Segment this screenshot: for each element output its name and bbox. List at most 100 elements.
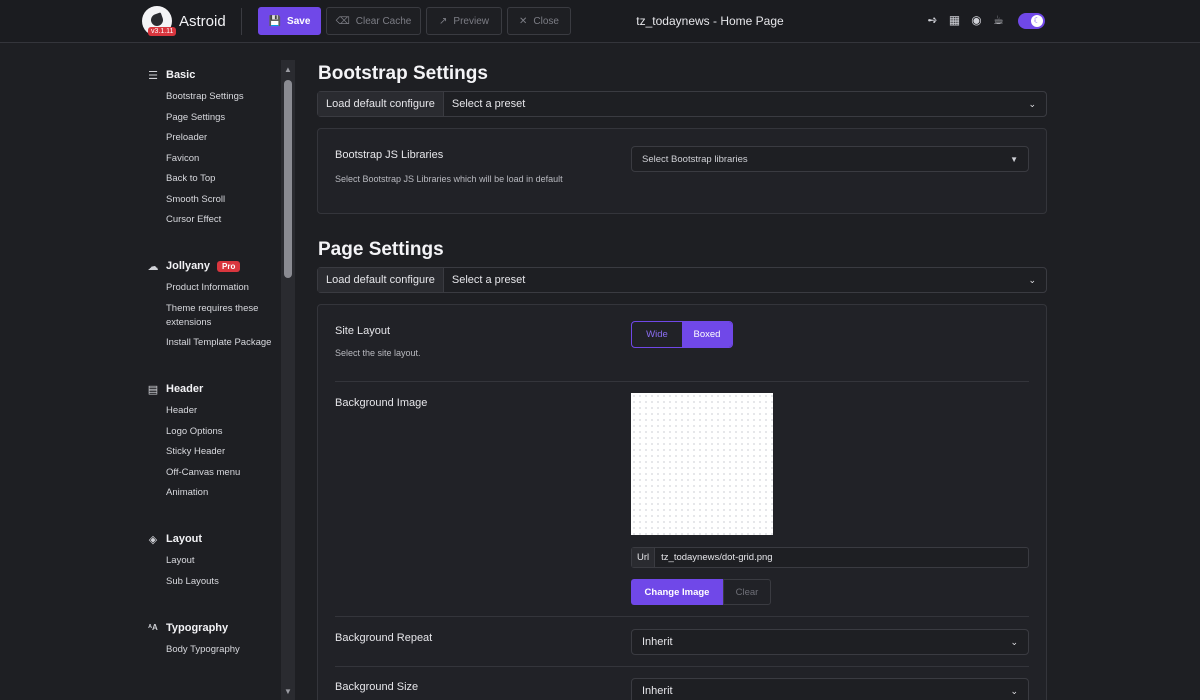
field-label: Bootstrap JS Libraries xyxy=(335,149,444,161)
sidebar-group-header[interactable]: ☁ Jollyany Pro xyxy=(140,257,280,275)
sidebar-item[interactable]: Body Typography xyxy=(140,643,280,657)
change-image-button[interactable]: Change Image xyxy=(631,579,723,605)
pro-badge: Pro xyxy=(217,260,241,272)
sidebar-group-title: Typography xyxy=(166,621,229,634)
bootstrap-panel: Bootstrap JS Libraries Select Bootstrap … xyxy=(317,128,1047,214)
clear-cache-label: Clear Cache xyxy=(355,15,412,27)
page-title: tz_todaynews - Home Page xyxy=(636,14,784,28)
eraser-icon: ⌫ xyxy=(335,15,350,27)
sidebar-item[interactable]: Cursor Effect xyxy=(140,213,280,227)
scrollbar-thumb[interactable] xyxy=(284,80,292,278)
field-label: Background Repeat xyxy=(335,632,433,644)
preview-button[interactable]: ↗ Preview xyxy=(426,7,502,35)
site-layout-toggle: Wide Boxed xyxy=(631,321,733,348)
sidebar-item[interactable]: Off-Canvas menu xyxy=(140,466,280,480)
sidebar-group-basic: ☰ Basic Bootstrap Settings Page Settings… xyxy=(140,66,280,227)
sidebar-item[interactable]: Back to Top xyxy=(140,172,280,186)
field-label: Background Size xyxy=(335,681,419,693)
sidebar-item[interactable]: Install Template Package xyxy=(140,336,280,350)
clear-cache-button[interactable]: ⌫ Clear Cache xyxy=(326,7,421,35)
sidebar-item[interactable]: Product Information xyxy=(140,281,280,295)
divider xyxy=(335,666,1029,667)
sidebar-item[interactable]: Layout xyxy=(140,554,280,568)
select-value: Inherit xyxy=(642,636,673,648)
save-button[interactable]: 💾 Save xyxy=(258,7,321,35)
save-icon: 💾 xyxy=(268,15,282,27)
clear-image-button[interactable]: Clear xyxy=(723,579,771,605)
top-bar: Astroid v3.1.11 💾 Save ⌫ Clear Cache ↗ P… xyxy=(0,0,1200,43)
sidebar-group-title: Layout xyxy=(166,533,203,545)
app-name: Astroid xyxy=(179,13,226,30)
layout-option-boxed[interactable]: Boxed xyxy=(682,322,732,347)
sidebar-item[interactable]: Sticky Header xyxy=(140,445,280,459)
url-value: tz_todaynews/dot-grid.png xyxy=(661,552,773,563)
sidebar-item[interactable]: Theme requires these extensions xyxy=(140,302,280,330)
scroll-up-arrow-icon[interactable]: ▲ xyxy=(283,65,293,74)
preset-select-text: Select a preset xyxy=(451,98,526,110)
scroll-down-arrow-icon[interactable]: ▼ xyxy=(283,687,293,696)
github-icon[interactable]: ◉ xyxy=(970,14,983,27)
chevron-down-icon: ⌄ xyxy=(1028,98,1036,109)
app-logo[interactable]: Astroid v3.1.11 xyxy=(142,6,232,36)
layout-option-wide[interactable]: Wide xyxy=(632,322,682,347)
sidebar-scrollbar[interactable]: ▲ ▼ xyxy=(281,60,295,700)
sidebar-group-title: Jollyany xyxy=(166,260,211,272)
divider xyxy=(335,616,1029,617)
page-settings-panel: Site Layout Select the site layout. Wide… xyxy=(317,304,1047,700)
sidebar-group-header[interactable]: ☰ Basic xyxy=(140,66,280,84)
background-url-field[interactable]: Url tz_todaynews/dot-grid.png xyxy=(631,547,1029,568)
sidebar-group-header[interactable]: ▤ Header xyxy=(140,380,280,398)
sidebar-group-typography: ᴬA Typography Body Typography xyxy=(140,619,280,657)
divider xyxy=(335,381,1029,382)
select-placeholder: Select Bootstrap libraries xyxy=(642,153,748,165)
section-title-bootstrap: Bootstrap Settings xyxy=(318,63,488,84)
sidebar-group-title: Header xyxy=(166,383,204,395)
sidebar-item[interactable]: Logo Options xyxy=(140,425,280,439)
sidebar-item[interactable]: Bootstrap Settings xyxy=(140,90,280,104)
url-label: Url xyxy=(632,548,656,567)
close-label: Close xyxy=(533,15,559,27)
sidebar-item[interactable]: Preloader xyxy=(140,131,280,145)
section-title-page-settings: Page Settings xyxy=(318,239,444,260)
sidebar-item[interactable]: Favicon xyxy=(140,152,280,166)
background-repeat-select[interactable]: Inherit ⌄ xyxy=(631,629,1029,655)
rocket-icon[interactable]: ➺ xyxy=(926,14,939,27)
field-help: Select Bootstrap JS Libraries which will… xyxy=(335,174,563,184)
sidebar-group-header[interactable]: ◈ Layout xyxy=(140,530,280,548)
sidebar-group-header[interactable]: ᴬA Typography xyxy=(140,619,280,637)
moon-icon: ☾ xyxy=(1031,15,1043,27)
external-link-icon: ↗ xyxy=(439,15,448,27)
sidebar-item[interactable]: Smooth Scroll xyxy=(140,193,280,207)
bootstrap-preset-bar: Load default configure Select a preset ⌄ xyxy=(317,91,1047,117)
page-preset-select[interactable]: Select a preset ⌄ xyxy=(444,274,1046,286)
load-default-button[interactable]: Load default configure xyxy=(318,92,444,116)
background-size-select[interactable]: Inherit ⌄ xyxy=(631,678,1029,700)
close-button[interactable]: ✕ Close xyxy=(507,7,571,35)
sidebar-group-header-settings: ▤ Header Header Logo Options Sticky Head… xyxy=(140,380,280,500)
close-icon: ✕ xyxy=(519,15,528,27)
sidebar-item[interactable]: Sub Layouts xyxy=(140,575,280,589)
sidebar-group-jollyany: ☁ Jollyany Pro Product Information Theme… xyxy=(140,257,280,350)
image-buttons: Change Image Clear xyxy=(631,579,771,605)
sidebar: ☰ Basic Bootstrap Settings Page Settings… xyxy=(140,60,280,700)
version-badge: v3.1.11 xyxy=(148,27,177,36)
book-icon[interactable]: ▦ xyxy=(948,14,961,27)
load-default-button[interactable]: Load default configure xyxy=(318,268,444,292)
chevron-down-icon: ⌄ xyxy=(1028,274,1036,285)
background-image-preview xyxy=(631,393,773,535)
coffee-icon[interactable]: ☕ xyxy=(992,14,1005,27)
preview-label: Preview xyxy=(453,15,489,27)
bootstrap-libraries-select[interactable]: Select Bootstrap libraries ▼ xyxy=(631,146,1029,172)
bootstrap-preset-select[interactable]: Select a preset ⌄ xyxy=(444,98,1046,110)
font-size-icon: ᴬA xyxy=(148,623,158,632)
sidebar-item[interactable]: Animation xyxy=(140,486,280,500)
chevron-down-icon: ⌄ xyxy=(1010,636,1018,647)
select-value: Inherit xyxy=(642,685,673,697)
save-label: Save xyxy=(287,15,311,27)
layers-icon: ◈ xyxy=(148,533,158,546)
sidebar-item[interactable]: Page Settings xyxy=(140,111,280,125)
dark-mode-toggle[interactable]: ☾ xyxy=(1018,13,1045,29)
sidebar-item[interactable]: Header xyxy=(140,404,280,418)
chevron-down-icon: ⌄ xyxy=(1010,685,1018,696)
sliders-icon: ☰ xyxy=(148,69,158,82)
